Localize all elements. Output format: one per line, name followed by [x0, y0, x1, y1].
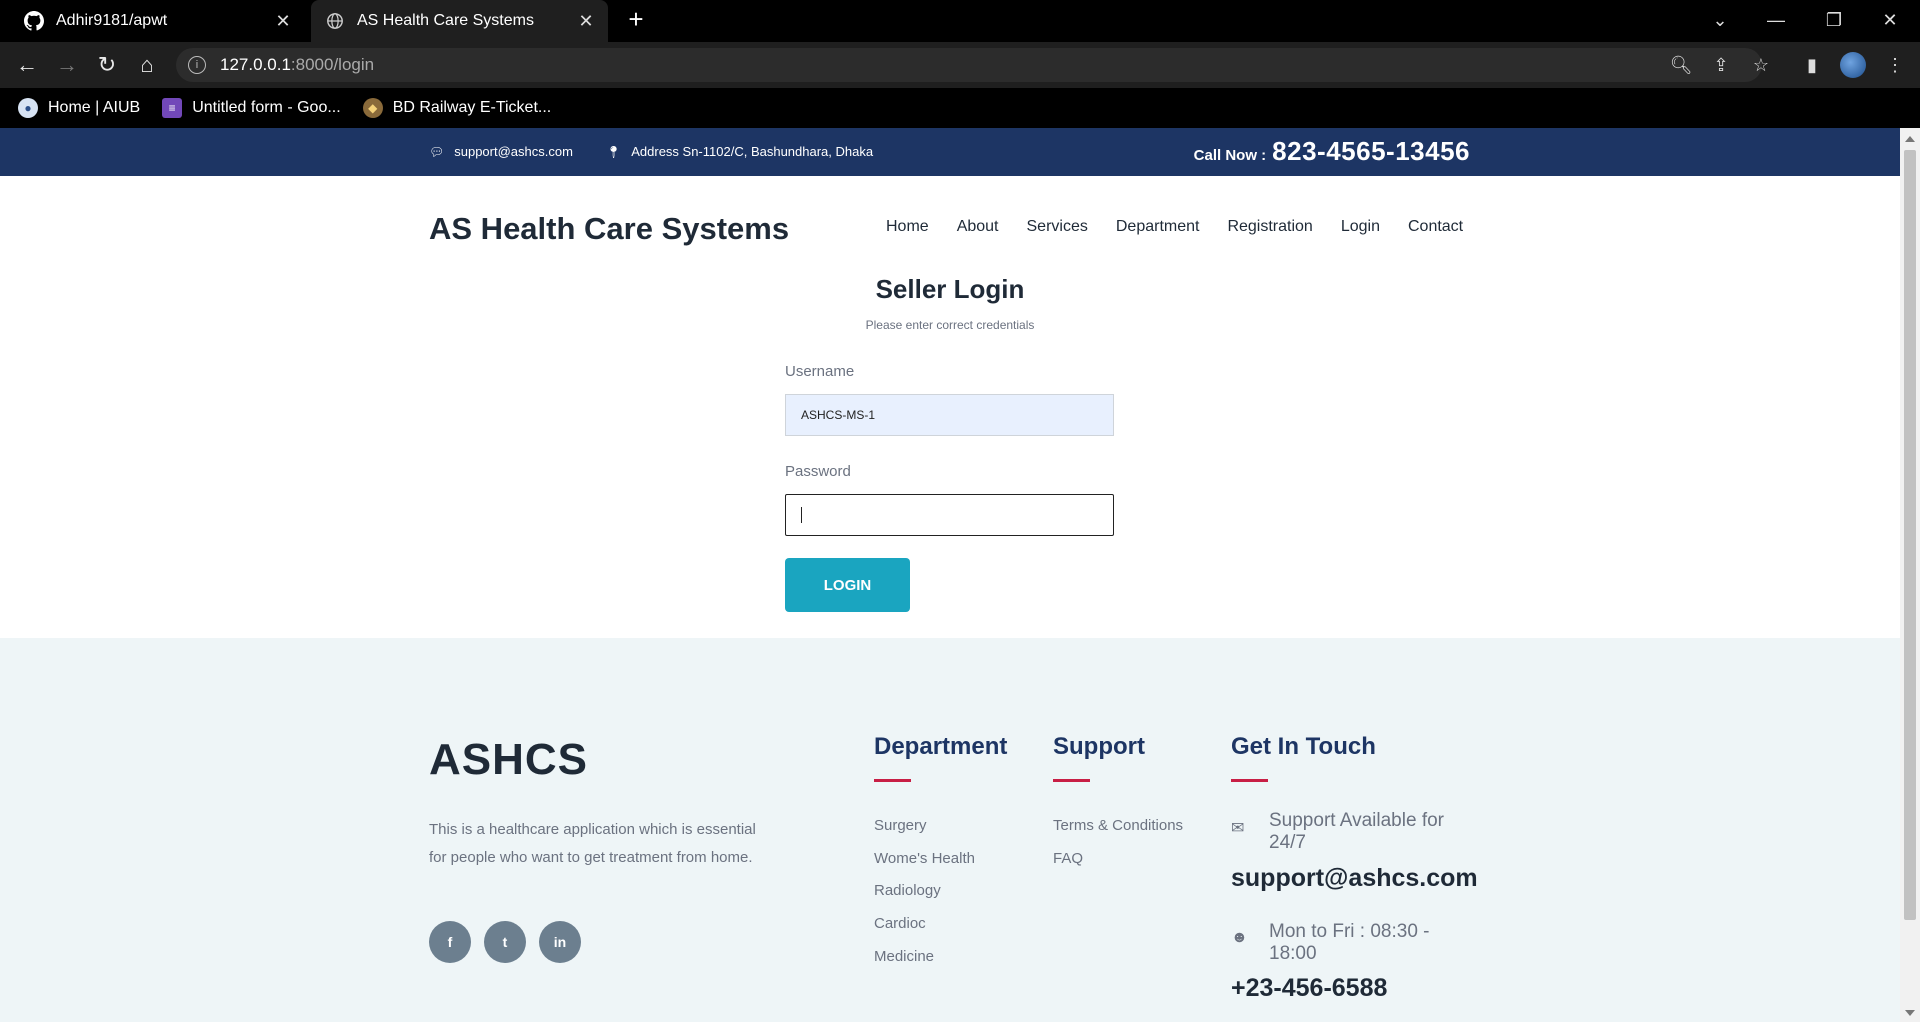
nav-department[interactable]: Department — [1116, 218, 1200, 236]
browser-tab-strip: Adhir9181/apwt ✕ AS Health Care Systems … — [0, 0, 1920, 42]
google-forms-icon: ≡ — [162, 98, 183, 118]
heading-underline — [1053, 779, 1090, 782]
back-icon[interactable]: ← — [12, 50, 42, 80]
tab-github[interactable]: Adhir9181/apwt ✕ — [10, 0, 305, 42]
bookmark-item[interactable]: ◆ BD Railway E-Ticket... — [362, 98, 552, 118]
aiub-icon: ● — [18, 98, 38, 118]
support-phone[interactable]: +23-456-6588 — [1231, 974, 1387, 1003]
main-nav: Home About Services Department Registrat… — [886, 218, 1491, 236]
support-agent-icon: ☻ — [1231, 929, 1248, 946]
tab-title: AS Health Care Systems — [357, 12, 534, 29]
address-bar[interactable]: i 127.0.0.1:8000/login — [176, 48, 1762, 82]
topbar-address-text: Address Sn-1102/C, Bashundhara, Dhaka — [631, 144, 874, 159]
bookmark-label: Home | AIUB — [48, 99, 141, 116]
nav-services[interactable]: Services — [1027, 218, 1088, 236]
text-caret — [801, 507, 802, 523]
password-label: Password — [785, 463, 851, 480]
username-label: Username — [785, 363, 855, 380]
new-tab-button[interactable]: + — [622, 6, 650, 34]
username-input[interactable]: ASHCS-MS-1 — [785, 394, 1114, 436]
envelope-icon: ✉ — [1231, 820, 1245, 837]
forward-icon[interactable]: → — [52, 50, 82, 80]
site-brand[interactable]: AS Health Care Systems — [429, 211, 789, 247]
zoom-icon[interactable]: 🔍︎ — [1666, 50, 1696, 80]
web-page: 💬︎ support@ashcs.com 📍︎ Address Sn-1102/… — [0, 128, 1900, 1022]
footer-link-terms[interactable]: Terms & Conditions — [1053, 817, 1183, 834]
login-button[interactable]: LOGIN — [785, 558, 910, 612]
close-icon[interactable]: ✕ — [574, 11, 598, 32]
window-close-icon[interactable]: ✕ — [1870, 0, 1910, 40]
side-panel-icon[interactable]: ▮ — [1797, 50, 1827, 80]
bookmarks-bar: ● Home | AIUB ≡ Untitled form - Goo... ◆… — [0, 88, 1920, 128]
login-subtitle: Please enter correct credentials — [865, 318, 1035, 332]
tab-ashcs[interactable]: AS Health Care Systems ✕ — [311, 0, 608, 42]
call-now: Call Now : 823-4565-13456 — [1194, 136, 1470, 167]
nav-login[interactable]: Login — [1341, 218, 1380, 236]
support-availability: ✉ Support Available for 24/7 — [1231, 810, 1469, 854]
url-path: :8000/login — [290, 55, 375, 74]
chat-icon: 💬︎ — [429, 144, 445, 159]
restore-icon[interactable]: ❐ — [1814, 0, 1854, 40]
site-footer: ASHCS This is a healthcare application w… — [0, 638, 1900, 1022]
profile-avatar[interactable] — [1838, 50, 1868, 80]
railway-icon: ◆ — [362, 98, 383, 118]
minimize-icon[interactable]: — — [1756, 0, 1796, 40]
linkedin-icon[interactable]: in — [539, 921, 581, 963]
share-icon[interactable]: ⇪ — [1706, 50, 1736, 80]
scroll-down-icon[interactable] — [1905, 1010, 1915, 1016]
facebook-icon[interactable]: f — [429, 921, 471, 963]
home-icon[interactable]: ⌂ — [132, 50, 162, 80]
footer-link-womens-health[interactable]: Wome's Health — [874, 850, 975, 867]
nav-home[interactable]: Home — [886, 218, 929, 236]
tab-title: Adhir9181/apwt — [56, 12, 168, 29]
footer-description: This is a healthcare application which i… — [429, 821, 756, 866]
contact-heading: Get In Touch — [1231, 733, 1376, 760]
topbar-email: 💬︎ support@ashcs.com — [429, 144, 573, 159]
department-heading: Department — [874, 733, 1008, 760]
nav-about[interactable]: About — [957, 218, 999, 236]
office-hours: ☻ Mon to Fri : 08:30 - 18:00 — [1231, 921, 1469, 965]
support-heading: Support — [1053, 733, 1145, 760]
site-header: AS Health Care Systems Home About Servic… — [0, 176, 1900, 274]
call-number[interactable]: 823-4565-13456 — [1272, 136, 1470, 167]
nav-contact[interactable]: Contact — [1408, 218, 1463, 236]
bookmark-label: BD Railway E-Ticket... — [392, 99, 552, 116]
bookmark-star-icon[interactable]: ☆ — [1746, 50, 1776, 80]
globe-icon — [325, 11, 345, 31]
call-label: Call Now : — [1193, 147, 1267, 164]
footer-link-medicine[interactable]: Medicine — [874, 948, 934, 965]
twitter-icon[interactable]: t — [484, 921, 526, 963]
browser-toolbar: ← → ↻ ⌂ i 127.0.0.1:8000/login 🔍︎ ⇪ ☆ ▮ … — [0, 42, 1920, 88]
login-title: Seller Login — [875, 274, 1025, 304]
url-host: 127.0.0.1 — [220, 55, 291, 74]
site-info-icon[interactable]: i — [188, 56, 206, 74]
heading-underline — [1231, 779, 1268, 782]
office-hours-text: Mon to Fri : 08:30 - 18:00 — [1269, 921, 1430, 964]
heading-underline — [874, 779, 911, 782]
page-scrollbar[interactable] — [1900, 128, 1920, 1022]
topbar-address: 📍︎ Address Sn-1102/C, Bashundhara, Dhaka — [606, 144, 873, 159]
support-available-text: Support Available for 24/7 — [1269, 810, 1444, 853]
scroll-up-icon[interactable] — [1905, 136, 1915, 142]
reload-icon[interactable]: ↻ — [92, 50, 122, 80]
tab-search-icon[interactable]: ⌄ — [1702, 0, 1738, 40]
contact-topbar: 💬︎ support@ashcs.com 📍︎ Address Sn-1102/… — [0, 128, 1900, 176]
footer-brand: ASHCS — [429, 735, 589, 784]
password-input[interactable] — [785, 494, 1114, 536]
nav-registration[interactable]: Registration — [1227, 218, 1312, 236]
scrollbar-thumb[interactable] — [1904, 150, 1916, 920]
menu-icon[interactable]: ⋮ — [1880, 50, 1910, 80]
bookmark-item[interactable]: ● Home | AIUB — [18, 98, 140, 118]
location-pin-icon: 📍︎ — [606, 144, 622, 159]
footer-link-cardioc[interactable]: Cardioc — [874, 915, 926, 932]
close-icon[interactable]: ✕ — [271, 11, 295, 32]
support-email[interactable]: support@ashcs.com — [1231, 864, 1478, 893]
github-icon — [24, 11, 44, 31]
bookmark-item[interactable]: ≡ Untitled form - Goo... — [162, 98, 341, 118]
footer-link-surgery[interactable]: Surgery — [874, 817, 927, 834]
footer-link-faq[interactable]: FAQ — [1053, 850, 1083, 867]
bookmark-label: Untitled form - Goo... — [192, 99, 341, 116]
footer-link-radiology[interactable]: Radiology — [874, 882, 941, 899]
topbar-email-text: support@ashcs.com — [454, 144, 573, 159]
